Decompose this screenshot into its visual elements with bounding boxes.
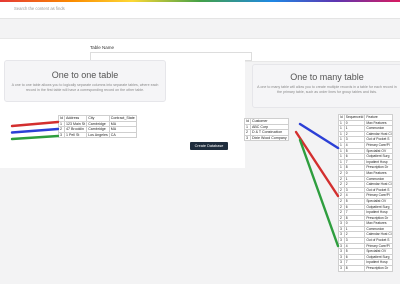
one-to-one-connector	[10, 134, 60, 141]
one-to-one-connector	[10, 120, 60, 128]
one-to-many-connector	[298, 122, 340, 150]
one-to-one-connectors	[10, 120, 60, 141]
relationship-lines	[10, 120, 340, 248]
one-to-many-connectors	[294, 122, 340, 248]
one-to-many-connector	[298, 138, 340, 248]
one-to-one-connector	[10, 127, 60, 134]
